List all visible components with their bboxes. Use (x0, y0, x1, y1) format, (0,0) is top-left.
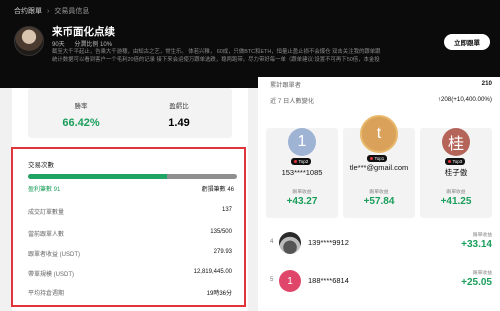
total-followers-row: 累計跟單者 210 (270, 80, 492, 89)
follower-change-value: ↑208(+10,400.00%) (437, 96, 492, 103)
follower-rank: 5 (270, 277, 274, 283)
trades-title: 交易次數 (28, 162, 54, 169)
profit-label: 跟單收益 (446, 190, 466, 195)
follower-name: 153****1085 (281, 168, 323, 177)
podium-card-top3[interactable]: 桂 Top3 桂子傲 跟單收益 +41.25 (420, 128, 492, 218)
follower-name: 139****9912 (308, 238, 349, 247)
follower-avatar (279, 232, 301, 254)
total-followers-label: 累計跟單者 (270, 82, 301, 89)
follower-list-row[interactable]: 5 1 188****6814 跟單收益 +25.05 (270, 267, 492, 297)
profit-label: 跟單收益 (472, 271, 492, 276)
trade-stat-row: 當前跟單人數 135/500 (28, 229, 232, 238)
stat-value: 279.93 (213, 249, 232, 255)
trader-name: 来币面化点续 (52, 26, 115, 38)
breadcrumb-current: 交易員信息 (54, 8, 90, 15)
stat-key: 成交訂單數量 (28, 210, 65, 216)
pl-ratio-value: 1.49 (168, 117, 190, 129)
trade-stat-row: 成交訂單數量 137 (28, 207, 232, 216)
summary-stats: 勝率 66.42% 盈虧比 1.49 (28, 88, 232, 138)
follower-list-row[interactable]: 4 139****9912 跟單收益 +33.14 (270, 229, 492, 259)
podium-card-top1[interactable]: t Top1 tle***@gmail.com 跟單收益 +57.84 (343, 115, 415, 218)
follower-avatar: 桂 (442, 128, 470, 156)
breadcrumb: 合约跟單 › 交易員信息 (14, 6, 89, 16)
profit-value: +33.14 (461, 239, 492, 250)
podium-card-top2[interactable]: 1 Top2 153****1085 跟單收益 +43.27 (266, 128, 338, 218)
breadcrumb-parent-link[interactable]: 合约跟單 (14, 8, 42, 15)
follower-name: tle***@gmail.com (349, 163, 409, 172)
rank-badge: Top1 (367, 155, 388, 162)
stat-value: 135/500 (210, 229, 232, 235)
profit-value: +57.84 (363, 196, 395, 207)
rank-badge-text: Top2 (298, 159, 309, 164)
rank-badge-text: Top1 (374, 156, 385, 161)
win-count-label: 盈利筆數 91 (28, 187, 61, 193)
pl-ratio-stat: 盈虧比 1.49 (134, 100, 224, 129)
stat-value: 19時36分 (206, 291, 232, 297)
rank-badge-text: Top3 (452, 159, 463, 164)
follow-button[interactable]: 立即跟單 (444, 34, 490, 50)
rank-badge: Top3 (445, 158, 466, 165)
breadcrumb-separator: › (47, 8, 50, 15)
trade-stat-row: 平均持倉週期 19時36分 (28, 288, 232, 297)
win-loss-bar (28, 174, 237, 179)
stat-value: 137 (221, 207, 232, 213)
profit-label: 跟單收益 (369, 190, 389, 195)
win-rate-value: 66.42% (62, 117, 100, 129)
loss-count-label: 虧損筆數 46 (201, 187, 234, 193)
profit-label: 跟單收益 (472, 233, 492, 238)
rank-badge: Top2 (291, 158, 312, 165)
stat-key: 跟單者收益 (USDT) (28, 252, 80, 258)
trade-stat-row: 跟單者收益 (USDT) 279.93 (28, 249, 232, 258)
follower-avatar: 1 (288, 128, 316, 156)
profit-value: +41.25 (440, 196, 472, 207)
follower-name: 桂子傲 (444, 168, 468, 177)
follower-rank: 4 (270, 239, 274, 245)
profit-value: +43.27 (286, 196, 318, 207)
profit-label: 跟單收益 (292, 190, 312, 195)
win-bar-fill (28, 174, 167, 179)
trader-avatar (14, 26, 44, 56)
follower-change-label: 近 7 日人數變化 (270, 98, 315, 105)
trades-section: 交易次數 盈利筆數 91 虧損筆數 46 成交訂單數量 137 當前跟單人數 1… (11, 147, 246, 307)
pl-ratio-label: 盈虧比 (169, 103, 189, 110)
profit-value: +25.05 (461, 277, 492, 288)
stat-key: 平均持倉週期 (28, 291, 65, 297)
trade-stat-row: 帶單規模 (USDT) 12,819,445.00 (28, 269, 232, 278)
follower-name: 188****6814 (308, 276, 349, 285)
follower-avatar: 1 (279, 270, 301, 292)
trader-bio: 截至大千平起止，告乘大千游穗，由知古之艺，常生乐。 体若兴稚， 60成，只做BT… (52, 49, 381, 63)
follower-change-row: 近 7 日人數變化 ↑208(+10,400.00%) (270, 96, 492, 105)
stat-key: 帶單規模 (USDT) (28, 272, 74, 278)
follower-avatar: t (360, 115, 398, 153)
stat-key: 當前跟單人數 (28, 232, 65, 238)
followers-panel: 累計跟單者 210 近 7 日人數變化 ↑208(+10,400.00%) 1 … (258, 77, 500, 311)
trader-meta: 90天 分潤比例 10% (52, 39, 120, 48)
stat-value: 12,819,445.00 (193, 269, 232, 275)
win-rate-label: 勝率 (74, 103, 88, 110)
total-followers-value: 210 (481, 80, 492, 87)
win-rate-stat: 勝率 66.42% (36, 100, 126, 129)
trader-header: 合约跟單 › 交易員信息 来币面化点续 90天 分潤比例 10% 截至大千平起止，告… (0, 0, 500, 88)
